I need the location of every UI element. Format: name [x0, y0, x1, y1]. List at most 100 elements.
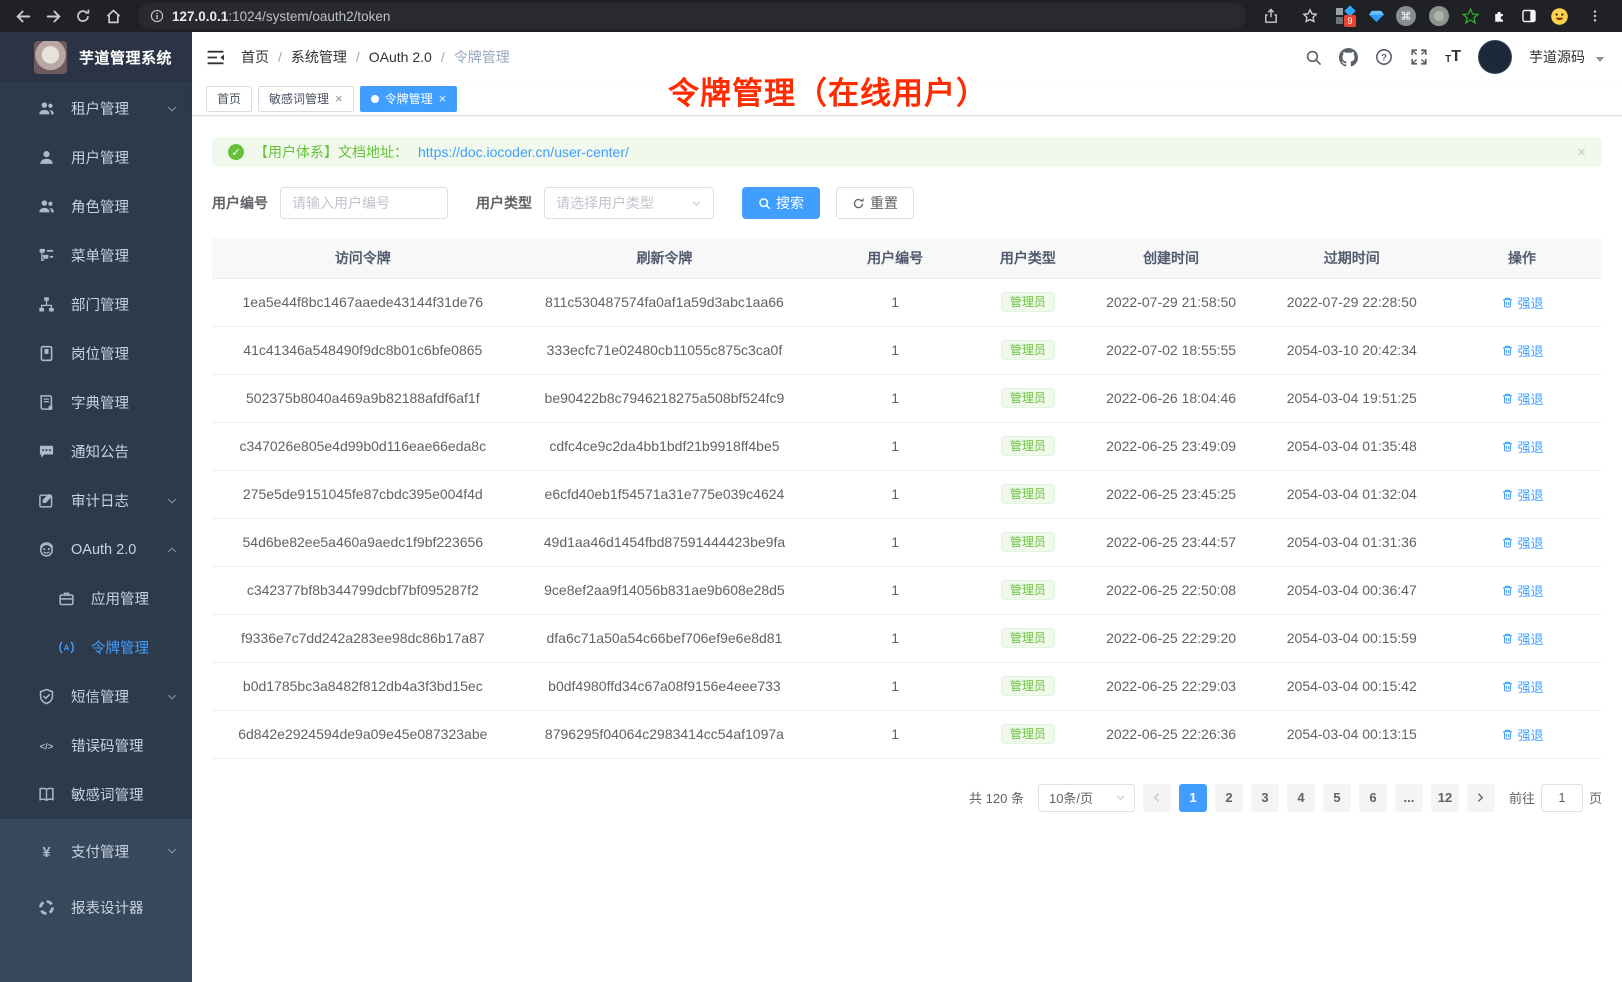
user-avatar[interactable] — [1478, 40, 1512, 74]
sidebar-item-oauth-token[interactable]: A令牌管理 — [0, 623, 192, 672]
force-logout-button[interactable]: 强退 — [1501, 533, 1544, 552]
active-tab-dot — [371, 95, 379, 103]
user-type-badge: 管理员 — [1001, 724, 1055, 744]
share-icon[interactable] — [1258, 3, 1284, 29]
sidebar-item-errcode[interactable]: </>错误码管理 — [0, 721, 192, 770]
refresh-token-cell: 49d1aa46d1454fbd87591444423be9fa — [514, 518, 816, 566]
page-button-12[interactable]: 12 — [1431, 784, 1459, 812]
chevron-down-icon — [166, 103, 178, 115]
user-id-cell: 1 — [815, 470, 975, 518]
breadcrumb-item[interactable]: OAuth 2.0 — [369, 49, 432, 65]
green-star-extension-icon[interactable] — [1462, 8, 1479, 25]
help-icon[interactable]: ? — [1375, 48, 1393, 66]
site-info-icon[interactable] — [150, 9, 164, 23]
sidebar-item-post[interactable]: 岗位管理 — [0, 329, 192, 378]
forward-icon[interactable] — [40, 3, 66, 29]
sidebar-item-dept[interactable]: 部门管理 — [0, 280, 192, 329]
home-icon[interactable] — [100, 3, 126, 29]
user-type-badge: 管理员 — [1001, 676, 1055, 696]
chart-icon — [38, 899, 55, 916]
browser-menu-icon[interactable] — [1582, 3, 1608, 29]
sidebar-item-label: 短信管理 — [71, 686, 129, 707]
refresh-token-cell: 9ce8ef2aa9f14056b831ae9b608e28d5 — [514, 566, 816, 614]
force-logout-button[interactable]: 强退 — [1501, 725, 1544, 744]
prev-page-icon[interactable] — [1143, 784, 1171, 812]
collapse-sidebar-icon[interactable] — [206, 49, 225, 66]
profile-avatar-icon[interactable] — [1550, 7, 1569, 26]
user-menu-caret-icon[interactable] — [1596, 57, 1604, 62]
force-logout-button[interactable]: 强退 — [1501, 581, 1544, 600]
breadcrumb-item[interactable]: 首页 — [241, 47, 269, 67]
side-panel-icon[interactable] — [1521, 8, 1537, 24]
svg-text:?: ? — [1381, 52, 1387, 63]
sidebar-item-sensitive[interactable]: 敏感词管理 — [0, 770, 192, 819]
sidebar-item-role[interactable]: 角色管理 — [0, 182, 192, 231]
page-button-4[interactable]: 4 — [1287, 784, 1315, 812]
user-id-label: 用户编号 — [212, 193, 268, 213]
extensions-group-icon[interactable]: 9 — [1336, 6, 1356, 26]
search-button[interactable]: 搜索 — [742, 187, 820, 219]
user-icon — [38, 149, 55, 166]
page-button-3[interactable]: 3 — [1251, 784, 1279, 812]
sidebar-item-report[interactable]: 报表设计器 — [0, 879, 192, 935]
tab-令牌管理[interactable]: 令牌管理× — [360, 86, 458, 112]
id-badge-icon — [38, 345, 55, 362]
font-size-icon[interactable]: TT — [1445, 49, 1461, 65]
address-bar[interactable]: 127.0.0.1:1024/system/oauth2/token — [138, 3, 1246, 29]
gem-extension-icon[interactable] — [1369, 10, 1383, 22]
sidebar-item-oauth[interactable]: OAuth 2.0 — [0, 525, 192, 574]
breadcrumb-item[interactable]: 系统管理 — [291, 47, 347, 67]
page-button-5[interactable]: 5 — [1323, 784, 1351, 812]
tabs-bar: 首页敏感词管理×令牌管理× — [192, 82, 1622, 116]
sidebar-item-pay[interactable]: ¥支付管理 — [0, 823, 192, 879]
user-type-select[interactable]: 请选择用户类型 — [544, 187, 714, 219]
user-id-input[interactable] — [280, 187, 448, 219]
breadcrumb-item[interactable]: 令牌管理 — [454, 47, 510, 67]
breadcrumb-separator: / — [356, 49, 360, 65]
reload-icon[interactable] — [70, 3, 96, 29]
next-page-icon[interactable] — [1467, 784, 1495, 812]
puzzle-extension-icon[interactable] — [1492, 8, 1508, 24]
force-logout-button[interactable]: 强退 — [1501, 437, 1544, 456]
sidebar-item-sms[interactable]: 短信管理 — [0, 672, 192, 721]
page-button-6[interactable]: 6 — [1359, 784, 1387, 812]
page-size-select[interactable]: 10条/页 — [1038, 784, 1135, 812]
search-icon[interactable] — [1305, 49, 1322, 66]
page-button-1[interactable]: 1 — [1179, 784, 1207, 812]
sidebar-item-dict[interactable]: 字典管理 — [0, 378, 192, 427]
alert-close-icon[interactable]: × — [1577, 144, 1586, 161]
tab-close-icon[interactable]: × — [439, 92, 447, 105]
sidebar-item-audit[interactable]: 审计日志 — [0, 476, 192, 525]
sidebar-item-notice[interactable]: 通知公告 — [0, 427, 192, 476]
reset-button[interactable]: 重置 — [836, 187, 914, 219]
back-icon[interactable] — [10, 3, 36, 29]
force-logout-button[interactable]: 强退 — [1501, 389, 1544, 408]
recorder-extension-icon[interactable] — [1429, 6, 1449, 26]
table-row: f9336e7c7dd242a283ee98dc86b17a87 dfa6c71… — [212, 614, 1602, 662]
tab-敏感词管理[interactable]: 敏感词管理× — [258, 86, 354, 112]
force-logout-button[interactable]: 强退 — [1501, 677, 1544, 696]
force-logout-button[interactable]: 强退 — [1501, 485, 1544, 504]
sidebar-menu-bottom: ¥支付管理报表设计器 — [0, 819, 192, 982]
force-logout-button[interactable]: 强退 — [1501, 293, 1544, 312]
sidebar-item-menu[interactable]: 菜单管理 — [0, 231, 192, 280]
command-extension-icon[interactable]: ⌘ — [1396, 6, 1416, 26]
fullscreen-icon[interactable] — [1410, 48, 1428, 66]
force-logout-button[interactable]: 强退 — [1501, 629, 1544, 648]
tab-close-icon[interactable]: × — [335, 92, 343, 105]
tab-首页[interactable]: 首页 — [206, 86, 252, 112]
sidebar-item-oauth-app[interactable]: 应用管理 — [0, 574, 192, 623]
force-logout-button[interactable]: 强退 — [1501, 341, 1544, 360]
doc-link[interactable]: https://doc.iocoder.cn/user-center/ — [418, 144, 629, 160]
goto-page-input[interactable] — [1541, 784, 1583, 812]
github-icon[interactable] — [1339, 48, 1358, 67]
sidebar-item-tenant[interactable]: 租户管理 — [0, 84, 192, 133]
page-button-2[interactable]: 2 — [1215, 784, 1243, 812]
app-logo[interactable]: 芋道管理系统 — [0, 32, 192, 82]
sidebar-item-label: 令牌管理 — [91, 637, 149, 658]
url-text: 127.0.0.1:1024/system/oauth2/token — [172, 9, 390, 24]
sidebar-item-user[interactable]: 用户管理 — [0, 133, 192, 182]
column-header: 用户类型 — [975, 238, 1081, 278]
page-button-...[interactable]: ... — [1395, 784, 1423, 812]
bookmark-star-icon[interactable] — [1297, 3, 1323, 29]
